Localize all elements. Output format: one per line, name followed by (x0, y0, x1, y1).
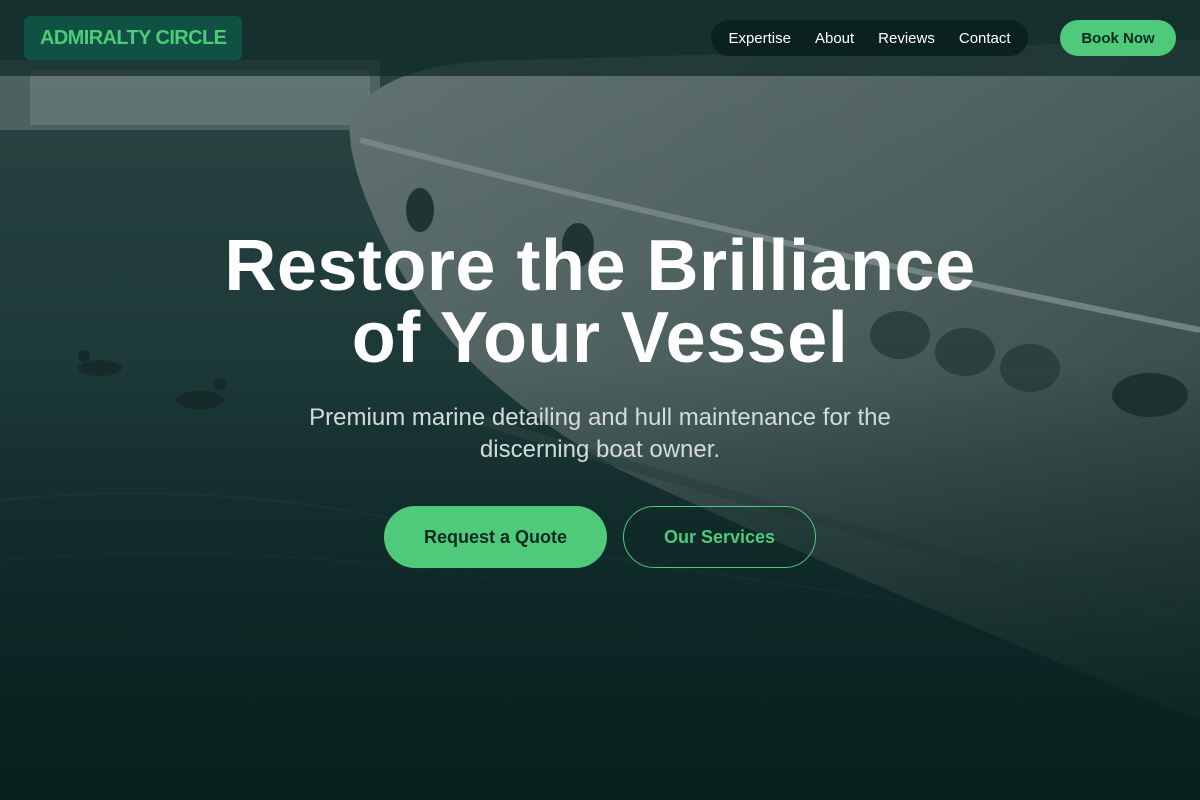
nav-link-contact[interactable]: Contact (959, 30, 1011, 47)
request-quote-button[interactable]: Request a Quote (384, 506, 607, 568)
book-now-button[interactable]: Book Now (1060, 20, 1176, 56)
hero-title-line-1: Restore the Brilliance (224, 226, 976, 306)
hero-cta-row: Request a Quote Our Services (0, 506, 1200, 568)
our-services-button[interactable]: Our Services (623, 506, 816, 568)
nav-link-about[interactable]: About (815, 30, 854, 47)
brand-logo[interactable]: ADMIRALTY CIRCLE (24, 16, 243, 60)
hero-subtitle: Premium marine detailing and hull mainte… (309, 404, 891, 463)
site-header: ADMIRALTY CIRCLE Expertise About Reviews… (0, 0, 1200, 76)
hero-title-line-2: of Your Vessel (351, 298, 849, 378)
hero-section: Restore the Brilliance of Your Vessel Pr… (0, 230, 1200, 568)
nav-link-expertise[interactable]: Expertise (728, 30, 791, 47)
main-nav: Expertise About Reviews Contact (711, 20, 1028, 56)
hero-title: Restore the Brilliance of Your Vessel (0, 230, 1200, 374)
nav-link-reviews[interactable]: Reviews (878, 30, 935, 47)
